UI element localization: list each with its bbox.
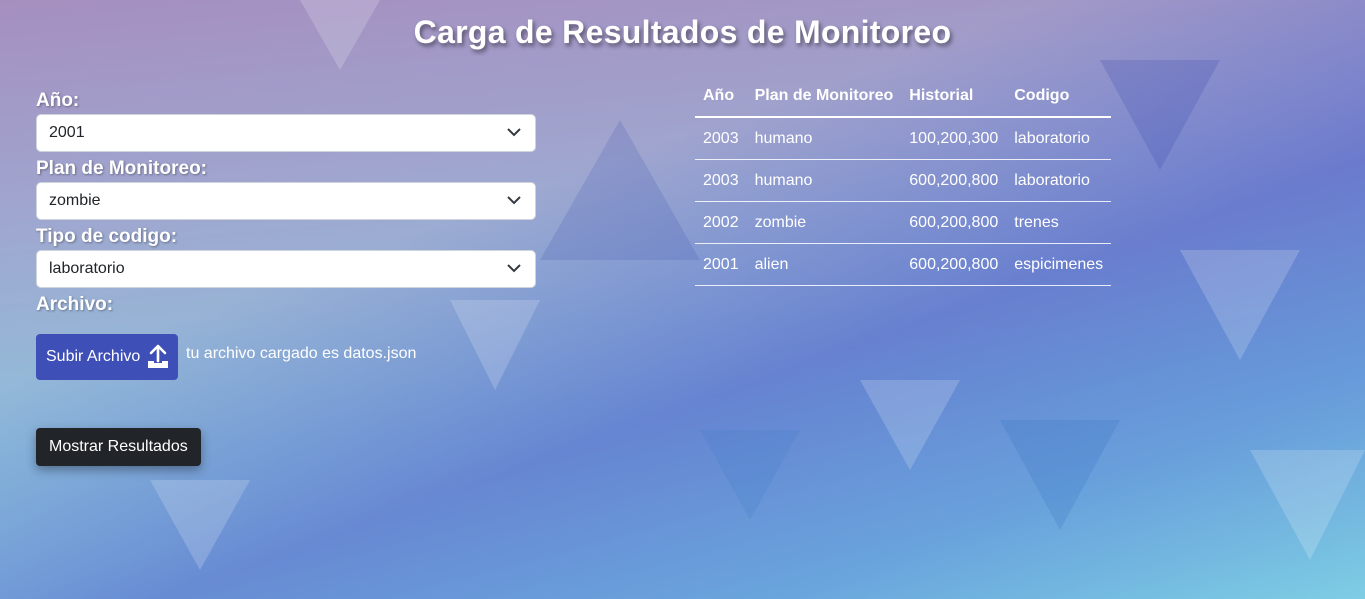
cell-code: espicimenes [1006, 243, 1112, 286]
table-header-row: Año Plan de Monitoreo Historial Codigo [695, 76, 1112, 118]
year-select-value: 2001 [49, 124, 85, 141]
code-select-value: laboratorio [49, 260, 125, 277]
table-row: 2002 zombie 600,200,800 trenes [695, 201, 1112, 244]
table-row: 2003 humano 600,200,800 laboratorio [695, 159, 1112, 202]
cell-history: 100,200,300 [901, 117, 1007, 160]
header-history: Historial [901, 76, 1007, 118]
code-label: Tipo de codigo: [36, 226, 178, 247]
upload-button-label: Subir Archivo [46, 348, 141, 365]
chevron-down-icon [507, 128, 521, 137]
table-row: 2003 humano 100,200,300 laboratorio [695, 117, 1112, 160]
chevron-down-icon [507, 264, 521, 273]
upload-form: Año: 2001 Plan de Monitoreo: zombie Tipo… [36, 88, 536, 380]
upload-row: Subir Archivo tu archivo cargado es dato… [36, 334, 536, 380]
chevron-down-icon [507, 196, 521, 205]
upload-file-button[interactable]: Subir Archivo [36, 334, 178, 380]
file-label: Archivo: [36, 294, 114, 315]
cell-code: laboratorio [1006, 117, 1112, 160]
cell-plan: humano [746, 117, 902, 160]
cell-plan: alien [746, 243, 902, 286]
upload-icon [148, 344, 169, 368]
cell-year: 2001 [695, 243, 747, 286]
plan-label: Plan de Monitoreo: [36, 158, 207, 179]
cell-history: 600,200,800 [901, 159, 1007, 202]
file-status-text: tu archivo cargado es datos.json [186, 345, 417, 362]
cell-year: 2002 [695, 201, 747, 244]
header-plan: Plan de Monitoreo [746, 76, 902, 118]
year-label: Año: [36, 90, 80, 111]
page-title: Carga de Resultados de Monitoreo [413, 14, 952, 50]
cell-history: 600,200,800 [901, 201, 1007, 244]
plan-select[interactable]: zombie [36, 182, 536, 220]
cell-history: 600,200,800 [901, 243, 1007, 286]
code-select[interactable]: laboratorio [36, 250, 536, 288]
table-row: 2001 alien 600,200,800 espicimenes [695, 243, 1112, 286]
show-results-button[interactable]: Mostrar Resultados [36, 428, 201, 466]
plan-select-value: zombie [49, 192, 101, 209]
cell-plan: zombie [746, 201, 902, 244]
cell-year: 2003 [695, 117, 747, 160]
cell-plan: humano [746, 159, 902, 202]
results-table: Año Plan de Monitoreo Historial Codigo 2… [695, 76, 1112, 286]
header-year: Año [695, 76, 747, 118]
cell-code: laboratorio [1006, 159, 1112, 202]
cell-year: 2003 [695, 159, 747, 202]
header-code: Codigo [1006, 76, 1112, 118]
cell-code: trenes [1006, 201, 1112, 244]
year-select[interactable]: 2001 [36, 114, 536, 152]
